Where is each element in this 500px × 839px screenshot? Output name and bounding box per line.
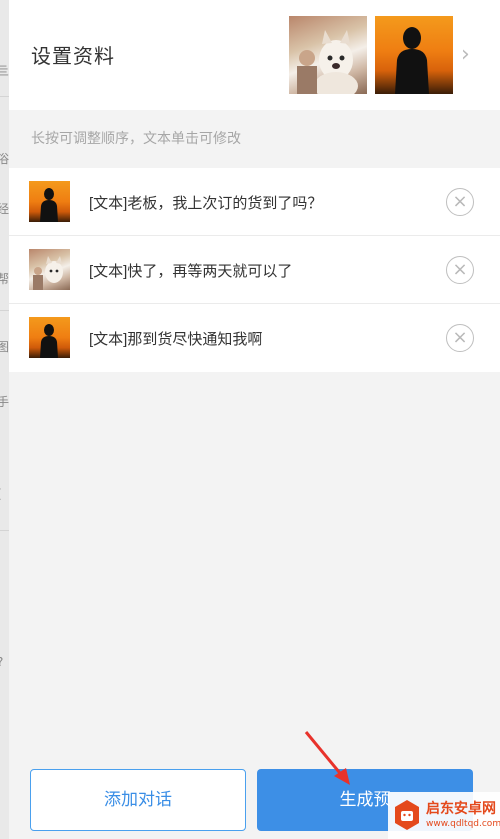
avatar-silhouette[interactable] bbox=[375, 16, 453, 94]
reorder-hint: 长按可调整顺序，文本单击可修改 bbox=[31, 130, 241, 146]
watermark: 启东安卓网 www.qdltqd.com bbox=[388, 792, 500, 839]
watermark-name: 启东安卓网 bbox=[426, 800, 496, 816]
message-avatar bbox=[29, 317, 70, 358]
message-text[interactable]: [文本]那到货尽快通知我啊 bbox=[89, 328, 262, 349]
add-dialogue-button[interactable]: 添加对话 bbox=[30, 769, 246, 831]
list-item[interactable]: [文本]快了，再等两天就可以了 × bbox=[9, 236, 500, 304]
annotation-arrow-icon bbox=[304, 731, 350, 785]
message-text[interactable]: [文本]快了，再等两天就可以了 bbox=[89, 260, 292, 281]
cat-avatar-image bbox=[297, 30, 358, 94]
silhouette-avatar-image bbox=[40, 188, 58, 222]
settings-sheet: 设置资料 › 长按可调整顺序，文本单击可修改 [文本]老板，我上次订的货到了吗？… bbox=[9, 0, 500, 839]
message-text[interactable]: [文本]老板，我上次订的货到了吗？ bbox=[89, 192, 322, 213]
watermark-url: www.qdltqd.com bbox=[426, 819, 500, 829]
chevron-right-icon[interactable]: › bbox=[461, 42, 470, 67]
header: 设置资料 › bbox=[9, 0, 500, 110]
silhouette-avatar-image bbox=[40, 324, 58, 358]
silhouette-avatar-image bbox=[395, 27, 429, 94]
android-logo-icon bbox=[395, 800, 419, 830]
message-avatar bbox=[29, 249, 70, 290]
delete-icon[interactable]: × bbox=[446, 188, 474, 216]
list-item[interactable]: [文本]那到货尽快通知我啊 × bbox=[9, 304, 500, 372]
message-avatar bbox=[29, 181, 70, 222]
avatar-cat[interactable] bbox=[289, 16, 367, 94]
background-page-edge: 亖 浴 经 帮 图 手 ( ? bbox=[0, 0, 9, 839]
page-title: 设置资料 bbox=[31, 46, 115, 68]
cat-avatar-image bbox=[33, 256, 63, 290]
message-list: [文本]老板，我上次订的货到了吗？ × [文本]快了，再等两天就可以了 × [文… bbox=[9, 168, 500, 372]
delete-icon[interactable]: × bbox=[446, 324, 474, 352]
list-item[interactable]: [文本]老板，我上次订的货到了吗？ × bbox=[9, 168, 500, 236]
delete-icon[interactable]: × bbox=[446, 256, 474, 284]
